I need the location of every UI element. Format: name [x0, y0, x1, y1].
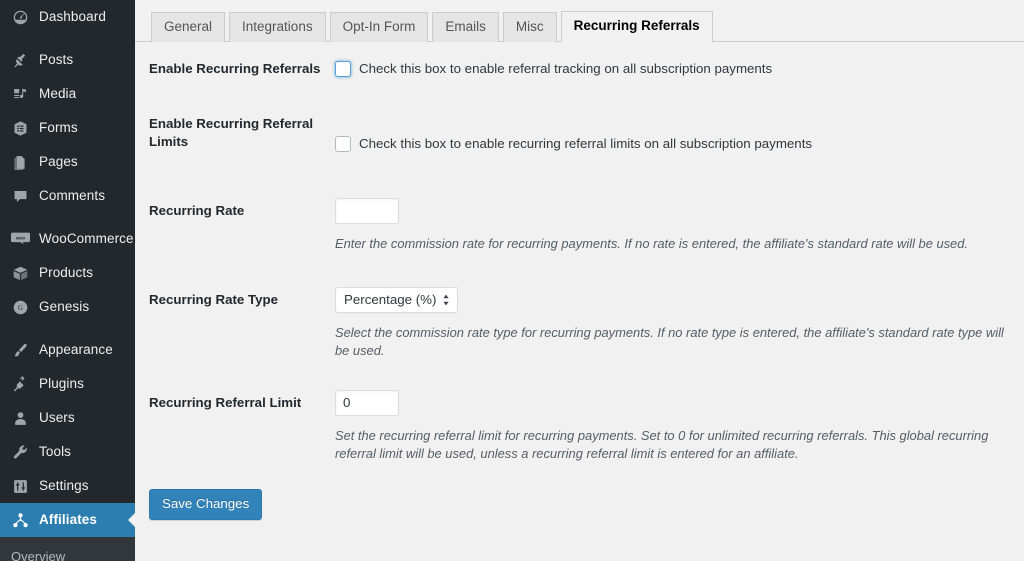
- products-icon: [10, 263, 30, 283]
- main-content: General Integrations Opt-In Form Emails Misc…: [135, 0, 1024, 561]
- sidebar-item-pages[interactable]: Pages: [0, 145, 135, 179]
- label-recurring-rate: Recurring Rate: [149, 202, 245, 218]
- field-recurring-referral-limit: Set the recurring referral limit for rec…: [335, 368, 1024, 471]
- sidebar-menu-list: Dashboard Posts Media Forms Pages Comments woo…: [0, 0, 135, 503]
- sidebar-item-tools[interactable]: Tools: [0, 435, 135, 469]
- row-recurring-rate: Recurring Rate Enter the commission rate…: [135, 170, 1024, 261]
- sidebar-item-products[interactable]: Products: [0, 256, 135, 290]
- sidebar-item-comments[interactable]: Comments: [0, 179, 135, 213]
- settings-sliders-icon: [10, 476, 30, 496]
- sidebar-item-label: Forms: [39, 120, 78, 135]
- users-icon: [10, 408, 30, 428]
- sidebar-item-label: Users: [39, 410, 75, 425]
- checkbox-enable-recurring-referral-limits[interactable]: [335, 135, 351, 152]
- settings-tab-bar: General Integrations Opt-In Form Emails Misc…: [135, 0, 1024, 43]
- pages-icon: [10, 152, 30, 172]
- row-recurring-referral-limit: Recurring Referral Limit Set the recurri…: [135, 368, 1024, 471]
- help-recurring-rate-type: Select the commission rate type for recu…: [335, 324, 1004, 358]
- select-updown-arrows-icon: [442, 294, 450, 306]
- sidebar-separator: [0, 34, 135, 43]
- sidebar-item-appearance[interactable]: Appearance: [0, 333, 135, 367]
- tab-misc[interactable]: Misc: [502, 12, 557, 42]
- recurring-rate-input[interactable]: [335, 197, 399, 224]
- row-enable-recurring-referral-limits: Enable Recurring Referral Limits Check t…: [135, 97, 1024, 170]
- sidebar-item-settings[interactable]: Settings: [0, 469, 135, 503]
- label-enable-recurring-referrals: Enable Recurring Referrals: [149, 61, 321, 76]
- checkbox-enable-recurring-referrals[interactable]: [335, 61, 351, 77]
- pin-icon: [10, 50, 30, 70]
- sidebar-submenu-item-overview[interactable]: Overview: [0, 544, 135, 561]
- label-recurring-rate-type: Recurring Rate Type: [149, 291, 279, 307]
- sidebar-item-label: Settings: [39, 478, 89, 493]
- help-recurring-rate: Enter the commission rate for recurring …: [335, 235, 968, 251]
- sidebar-item-plugins[interactable]: Plugins: [0, 367, 135, 401]
- sidebar-item-affiliates[interactable]: Affiliates: [0, 503, 135, 537]
- field-recurring-rate: Enter the commission rate for recurring …: [335, 170, 1024, 261]
- appearance-brush-icon: [10, 340, 30, 360]
- row-enable-recurring-referrals: Enable Recurring Referrals Check this bo…: [135, 42, 1024, 97]
- admin-sidebar: Dashboard Posts Media Forms Pages Comments woo…: [0, 0, 135, 561]
- sidebar-separator: [0, 324, 135, 333]
- recurring-referrals-settings-form: Enable Recurring Referrals Check this bo…: [135, 42, 1024, 520]
- recurring-rate-type-selected-value: Percentage (%): [344, 292, 437, 308]
- tab-integrations[interactable]: Integrations: [229, 12, 326, 42]
- admin-screen: Dashboard Posts Media Forms Pages Comments woo…: [0, 0, 1024, 561]
- dashboard-icon: [10, 7, 30, 27]
- sidebar-item-label: Products: [39, 265, 94, 280]
- sidebar-submenu-affiliates: OverviewAffiliatesReferrals: [0, 537, 135, 561]
- sidebar-item-media[interactable]: Media: [0, 77, 135, 111]
- recurring-rate-type-select[interactable]: Percentage (%): [335, 286, 459, 313]
- sidebar-item-label: Posts: [39, 52, 74, 67]
- sidebar-item-label: Plugins: [39, 376, 84, 391]
- tab-emails[interactable]: Emails: [432, 12, 499, 42]
- tools-wrench-icon: [10, 442, 30, 462]
- svg-text:G: G: [18, 305, 23, 312]
- field-recurring-rate-type: Percentage (%) Select the commission rat…: [335, 261, 1024, 368]
- affiliates-network-icon: [10, 510, 30, 530]
- sidebar-item-label: Appearance: [39, 342, 113, 357]
- genesis-icon: G: [10, 297, 30, 317]
- tab-opt-in-form[interactable]: Opt-In Form: [329, 12, 429, 42]
- checkbox-label-enable-recurring-referral-limits: Check this box to enable recurring refer…: [359, 135, 813, 151]
- sidebar-item-label-affiliates: Affiliates: [39, 512, 98, 527]
- checkbox-label-enable-recurring-referrals: Check this box to enable referral tracki…: [359, 61, 773, 76]
- sidebar-item-label: Pages: [39, 154, 78, 169]
- sidebar-item-posts[interactable]: Posts: [0, 43, 135, 77]
- field-enable-recurring-referrals: Check this box to enable referral tracki…: [335, 42, 1024, 86]
- help-recurring-referral-limit: Set the recurring referral limit for rec…: [335, 427, 989, 461]
- submit-row: Save Changes: [135, 471, 1024, 520]
- comments-icon: [10, 186, 30, 206]
- tab-general[interactable]: General: [151, 12, 226, 42]
- label-recurring-referral-limit: Recurring Referral Limit: [149, 394, 302, 410]
- sidebar-item-forms[interactable]: Forms: [0, 111, 135, 145]
- forms-icon: [10, 118, 30, 138]
- sidebar-item-label: Tools: [39, 444, 72, 459]
- sidebar-item-genesis[interactable]: G Genesis: [0, 290, 135, 324]
- sidebar-item-label: Comments: [39, 188, 106, 203]
- sidebar-item-label: WooCommerce: [39, 231, 134, 246]
- woocommerce-icon: woo: [10, 229, 30, 249]
- sidebar-item-label: Genesis: [39, 299, 90, 314]
- sidebar-item-dashboard[interactable]: Dashboard: [0, 0, 135, 34]
- sidebar-item-users[interactable]: Users: [0, 401, 135, 435]
- field-enable-recurring-referral-limits: Check this box to enable recurring refer…: [335, 97, 1024, 161]
- plugins-icon: [10, 374, 30, 394]
- sidebar-item-label: Media: [39, 86, 77, 101]
- save-changes-button[interactable]: Save Changes: [149, 488, 263, 520]
- sidebar-item-woocommerce[interactable]: woo WooCommerce: [0, 222, 135, 256]
- row-recurring-rate-type: Recurring Rate Type Percentage (%) Selec…: [135, 261, 1024, 368]
- recurring-referral-limit-input[interactable]: [335, 389, 399, 416]
- svg-text:woo: woo: [14, 235, 24, 240]
- sidebar-item-label: Dashboard: [39, 9, 106, 24]
- tab-recurring-referrals[interactable]: Recurring Referrals: [560, 11, 713, 43]
- sidebar-separator: [0, 213, 135, 222]
- label-enable-recurring-referral-limits: Enable Recurring Referral Limits: [149, 115, 314, 150]
- media-icon: [10, 84, 30, 104]
